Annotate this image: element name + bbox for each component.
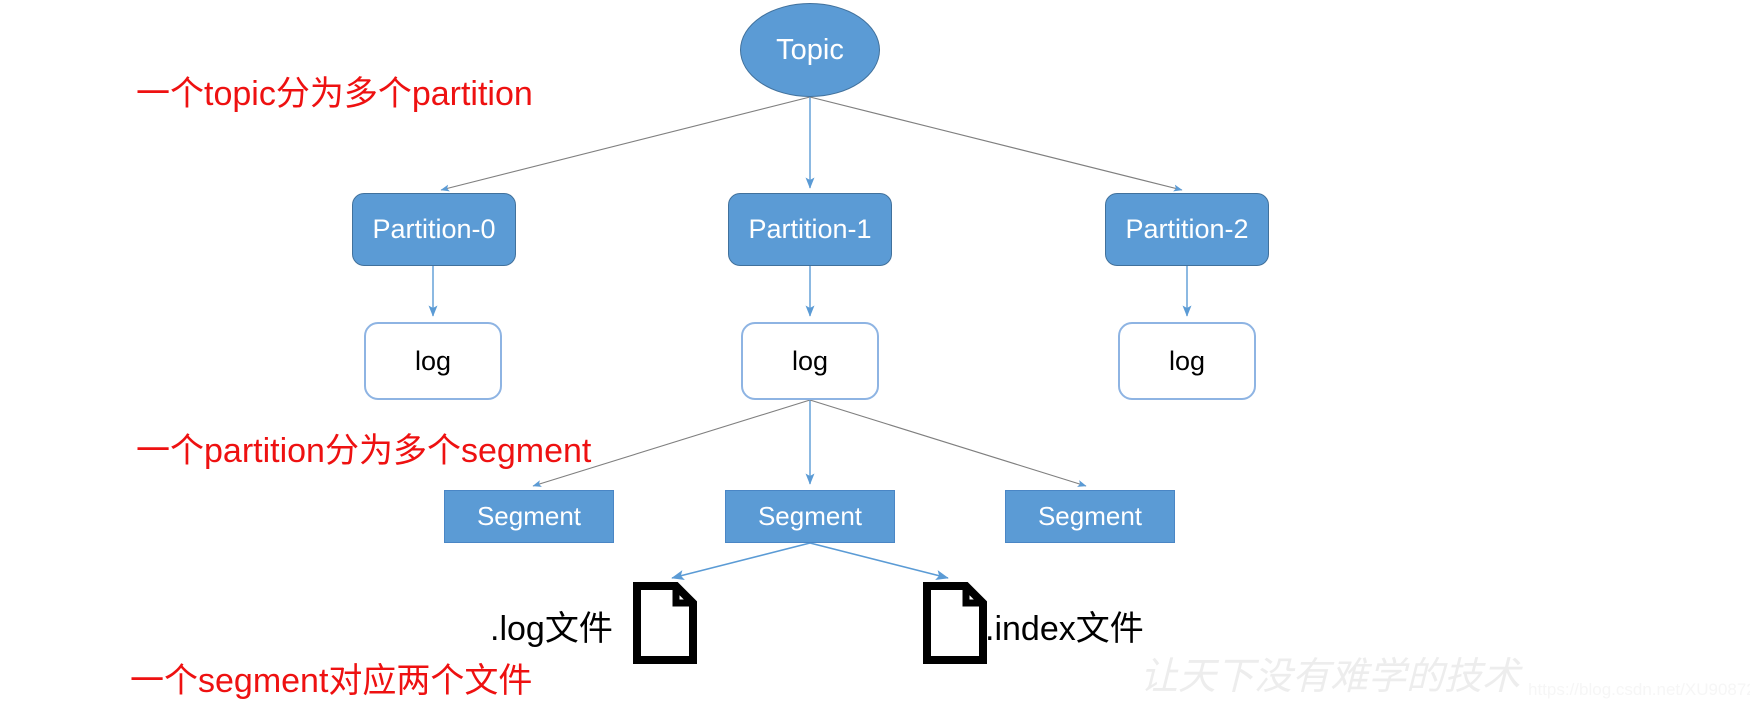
annotation-segment-files: 一个segment对应两个文件 bbox=[130, 662, 533, 700]
segment-node-1[interactable]: Segment bbox=[725, 490, 895, 543]
annotation-topic-partition: 一个topic分为多个partition bbox=[136, 75, 533, 113]
segment-node-0-label: Segment bbox=[476, 501, 582, 531]
watermark-url: https://blog.csdn.net/XU908722 bbox=[1528, 680, 1750, 699]
partition-node-1-label: Partition-1 bbox=[748, 214, 872, 244]
segment-node-1-label: Segment bbox=[757, 501, 863, 531]
edge-log-to-segments bbox=[532, 399, 1087, 487]
topic-node[interactable]: Topic bbox=[740, 3, 880, 97]
segment-node-2[interactable]: Segment bbox=[1005, 490, 1175, 543]
log-node-1-label: log bbox=[791, 345, 829, 376]
diagram-canvas: Topic Partition-0 Partition-1 Partition-… bbox=[0, 0, 1750, 712]
edge-partitions-to-logs bbox=[428, 266, 1192, 317]
log-node-2[interactable]: log bbox=[1118, 322, 1256, 400]
log-node-2-label: log bbox=[1168, 345, 1206, 376]
log-node-1[interactable]: log bbox=[741, 322, 879, 400]
watermark-slogan: 让天下没有难学的技术 bbox=[1140, 654, 1521, 698]
log-node-0[interactable]: log bbox=[364, 322, 502, 400]
edge-segment-to-files bbox=[671, 542, 949, 581]
document-icon bbox=[632, 581, 698, 665]
segment-node-0[interactable]: Segment bbox=[444, 490, 614, 543]
partition-node-1[interactable]: Partition-1 bbox=[728, 193, 892, 266]
segment-node-2-label: Segment bbox=[1037, 501, 1143, 531]
partition-node-0-label: Partition-0 bbox=[372, 214, 496, 244]
partition-node-2[interactable]: Partition-2 bbox=[1105, 193, 1269, 266]
log-node-0-label: log bbox=[414, 345, 452, 376]
annotation-partition-segment: 一个partition分为多个segment bbox=[136, 432, 592, 470]
topic-node-label: Topic bbox=[776, 33, 844, 66]
log-file-label: .log文件 bbox=[490, 610, 613, 648]
partition-node-2-label: Partition-2 bbox=[1125, 214, 1249, 244]
edge-topic-to-partitions bbox=[440, 96, 1183, 192]
document-icon bbox=[922, 581, 988, 665]
index-file-label: .index文件 bbox=[985, 610, 1144, 648]
partition-node-0[interactable]: Partition-0 bbox=[352, 193, 516, 266]
